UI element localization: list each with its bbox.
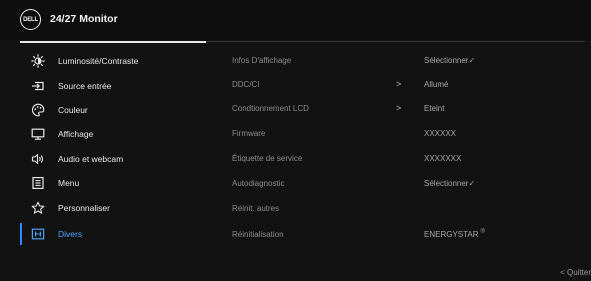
submenu-item-ddc-ci[interactable]: DDC/CI <box>232 80 260 89</box>
osd-header: DELL 24/27 Monitor <box>0 0 591 40</box>
menu-item-label: Luminosité/Contraste <box>58 56 139 66</box>
menu-item-audio-webcam[interactable]: Audio et webcam <box>20 148 206 170</box>
exit-button[interactable]: < Quitter <box>560 268 591 277</box>
brightness-icon <box>30 53 46 69</box>
submenu-item-etiquette-service[interactable]: Étiquette de service <box>232 154 302 163</box>
checkmark-icon: ✓ <box>468 179 476 188</box>
submenu-value: Sélectionner✓ <box>424 179 475 188</box>
color-palette-icon <box>30 102 46 118</box>
submenu-item-reinitialisation[interactable]: Réinitialisation <box>232 230 284 239</box>
submenu-value: XXXXXX <box>424 129 457 138</box>
menu-item-label: Menu <box>58 178 80 188</box>
value-text: Sélectionner <box>424 179 469 188</box>
chevron-right-icon: > <box>396 79 402 89</box>
input-source-icon <box>30 78 46 94</box>
submenu-item-conditionnement-lcd[interactable]: Condtionnement LCD <box>232 104 309 113</box>
chevron-right-icon: > <box>396 103 402 113</box>
menu-item-personnaliser[interactable]: Personnaliser <box>20 197 206 219</box>
submenu-value: ENERGYSTAR ® <box>424 229 485 239</box>
submenu-item-firmware[interactable]: Firmware <box>232 129 265 138</box>
registered-mark: ® <box>480 229 485 235</box>
menu-item-menu[interactable]: Menu <box>20 172 206 194</box>
monitor-title: 24/27 Monitor <box>50 13 118 25</box>
menu-item-luminosite-contraste[interactable]: Luminosité/Contraste <box>20 50 206 72</box>
menu-divider <box>20 41 206 43</box>
submenu-item-autodiagnostic[interactable]: Autodiagnostic <box>232 179 284 188</box>
submenu-value: Allumé <box>424 80 449 89</box>
star-icon <box>30 200 46 216</box>
monitor-osd: DELL 24/27 Monitor Luminosité/Contraste … <box>0 0 591 281</box>
menu-item-couleur[interactable]: Couleur <box>20 99 206 121</box>
submenu-value: XXXXXXX <box>424 154 462 163</box>
menu-item-divers[interactable]: Divers <box>20 223 206 245</box>
menu-item-label: Source entrée <box>58 81 112 91</box>
submenu-value: Eteint <box>424 104 445 113</box>
others-icon <box>30 226 46 242</box>
menu-list-icon <box>30 175 46 191</box>
menu-item-label: Affichage <box>58 129 94 139</box>
menu-item-source-entree[interactable]: Source entrée <box>20 75 206 97</box>
menu-item-label: Divers <box>58 229 83 239</box>
value-text: ENERGYSTAR <box>424 230 479 239</box>
submenu-divider <box>206 41 585 42</box>
menu-item-affichage[interactable]: Affichage <box>20 123 206 145</box>
submenu-item-reinit-autres[interactable]: Réinit. autres <box>232 204 279 213</box>
dell-logo: DELL <box>20 9 41 30</box>
submenu-item-infos-affichage[interactable]: Infos D'affichage <box>232 56 291 65</box>
checkmark-icon: ✓ <box>468 56 476 65</box>
submenu-value: Sélectionner✓ <box>424 56 475 65</box>
display-icon <box>30 126 46 142</box>
speaker-icon <box>30 151 46 167</box>
value-text: Sélectionner <box>424 56 469 65</box>
menu-item-label: Personnaliser <box>58 203 110 213</box>
menu-item-label: Couleur <box>58 105 88 115</box>
menu-item-label: Audio et webcam <box>58 154 124 164</box>
